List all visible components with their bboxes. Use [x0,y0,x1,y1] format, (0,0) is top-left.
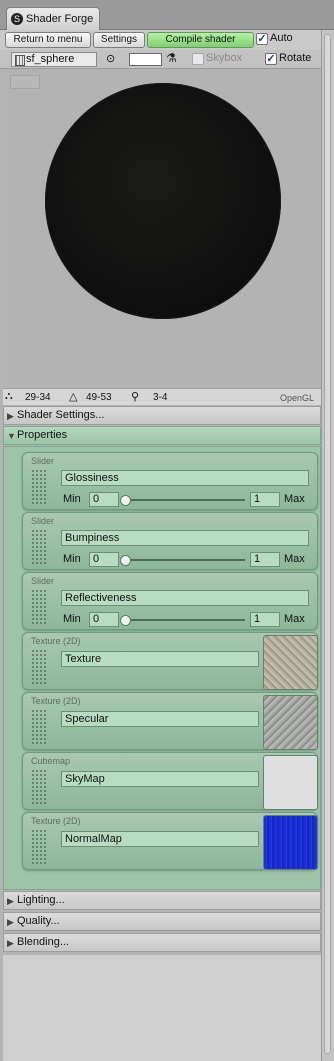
shader-settings-header[interactable]: ▶ Shader Settings... [3,406,321,425]
collapsed-arrow-icon: ▶ [7,411,14,421]
quality-header[interactable]: ▶ Quality... [3,912,321,931]
compile-shader-button[interactable]: Compile shader [147,32,254,48]
lighting-label: Lighting... [17,894,65,906]
slider-track[interactable] [123,619,245,621]
min-field[interactable]: 0 [89,612,119,627]
vertex-count: 29-34 [25,392,51,403]
slider-track[interactable] [123,559,245,561]
mesh-icon [15,55,25,66]
shader-settings-label: Shader Settings... [17,409,105,421]
lighting-header[interactable]: ▶ Lighting... [3,891,321,910]
property-card-bumpiness[interactable]: Slider Bumpiness Min 0 1 Max [22,512,318,570]
property-name-field[interactable]: SkyMap [61,771,259,787]
magnifier-icon: ⚲ [131,391,140,403]
property-name-field[interactable]: NormalMap [61,831,259,847]
min-label: Min [63,553,81,565]
collapsed-arrow-icon: ▶ [7,917,14,927]
max-field[interactable]: 1 [250,492,280,507]
property-name-field[interactable]: Reflectiveness [61,590,309,606]
property-name-field[interactable]: Texture [61,651,259,667]
slider-track[interactable] [123,499,245,501]
max-label: Max [284,493,305,505]
property-type-label: Cubemap [31,756,71,766]
blending-label: Blending... [17,936,69,948]
collapsed-arrow-icon: ▶ [7,896,14,906]
rotate-checkbox[interactable]: ✓ [265,53,277,65]
max-label: Max [284,553,305,565]
expanded-arrow-icon: ▼ [7,431,16,441]
skybox-label: Skybox [206,52,243,64]
texture-thumbnail[interactable] [263,635,318,690]
property-card-texture[interactable]: Texture (2D) Texture [22,632,318,690]
property-type-label: Texture (2D) [31,816,81,826]
drag-handle-icon[interactable] [31,769,47,805]
stats-bar: ⛬ 29-34 △ 49-53 ⚲ 3-4 OpenGL [3,388,321,405]
slider-knob[interactable] [120,555,131,566]
window-tab[interactable]: S Shader Forge [6,7,100,30]
slider-knob[interactable] [120,615,131,626]
property-card-normalmap[interactable]: Texture (2D) NormalMap [22,812,318,870]
cubemap-thumbnail[interactable] [263,755,318,810]
pass-count: 3-4 [153,392,168,403]
property-type-label: Slider [31,576,55,586]
normalmap-thumbnail[interactable] [263,815,318,870]
property-name-field[interactable]: Glossiness [61,470,309,486]
eyedropper-icon[interactable]: ⚗ [166,51,177,65]
renderer-label: OpenGL [280,393,315,403]
background-color-swatch[interactable] [129,53,162,66]
return-to-menu-button[interactable]: Return to menu [5,32,91,48]
property-type-label: Texture (2D) [31,696,81,706]
collapsed-arrow-icon: ▶ [7,938,14,948]
drag-handle-icon[interactable] [31,829,47,865]
settings-button[interactable]: Settings [93,32,145,48]
max-field[interactable]: 1 [250,552,280,567]
property-card-skymap[interactable]: Cubemap SkyMap [22,752,318,810]
min-field[interactable]: 0 [89,552,119,567]
max-label: Max [284,613,305,625]
triangle-icon: △ [69,391,78,403]
triangle-count: 49-53 [86,392,112,403]
scrollbar-thumb[interactable] [324,34,331,1054]
mesh-dropdown[interactable]: sf_sphere [11,52,97,67]
min-field[interactable]: 0 [89,492,119,507]
slider-knob[interactable] [120,495,131,506]
property-card-reflectiveness[interactable]: Slider Reflectiveness Min 0 1 Max [22,572,318,630]
specular-thumbnail[interactable] [263,695,318,750]
properties-header[interactable]: ▼ Properties [3,426,321,445]
blending-header[interactable]: ▶ Blending... [3,933,321,952]
vertex-icon: ⛬ [5,390,13,402]
auto-label: Auto [270,32,293,44]
drag-handle-icon[interactable] [31,469,47,505]
preview-sphere[interactable] [45,83,281,319]
drag-handle-icon[interactable] [31,589,47,625]
drag-handle-icon[interactable] [31,529,47,565]
min-label: Min [63,493,81,505]
light-icon[interactable]: ⊙ [106,52,115,65]
property-name-field[interactable]: Specular [61,711,259,727]
properties-label: Properties [17,429,68,441]
property-card-specular[interactable]: Texture (2D) Specular [22,692,318,750]
property-type-label: Texture (2D) [31,636,81,646]
skybox-checkbox[interactable]: ✓ [192,53,204,65]
drag-handle-icon[interactable] [31,709,47,745]
auto-checkbox[interactable]: ✓ [256,33,268,45]
max-field[interactable]: 1 [250,612,280,627]
viewport-corner-icon [10,75,40,89]
mesh-name: sf_sphere [26,53,75,65]
property-type-label: Slider [31,516,55,526]
empty-panel-area [3,955,321,1061]
property-type-label: Slider [31,456,55,466]
rotate-label: Rotate [279,52,312,64]
drag-handle-icon[interactable] [31,649,47,685]
quality-label: Quality... [17,915,60,927]
window-title: Shader Forge [26,13,94,25]
property-name-field[interactable]: Bumpiness [61,530,309,546]
shader-forge-logo-icon: S [11,13,23,25]
property-card-glossiness[interactable]: Slider Glossiness Min 0 1 Max [22,452,318,510]
min-label: Min [63,613,81,625]
